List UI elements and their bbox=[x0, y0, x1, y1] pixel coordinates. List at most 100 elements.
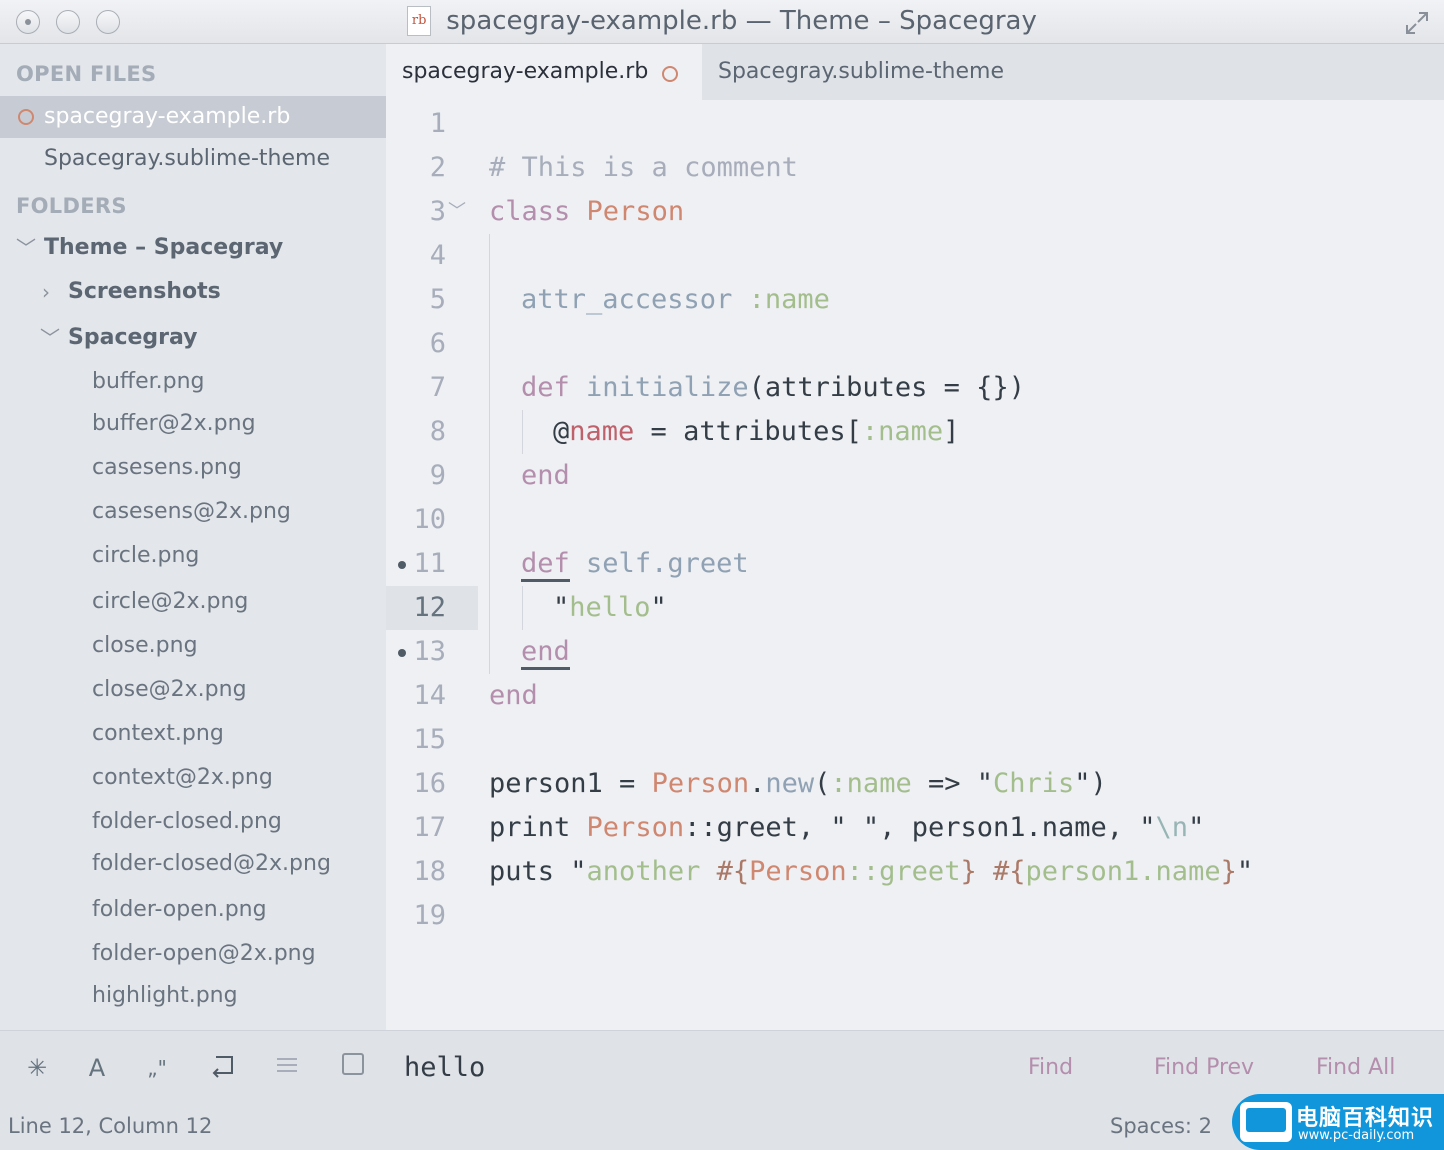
file-item[interactable]: highlight.png bbox=[92, 976, 238, 1016]
line-number: 4 bbox=[429, 240, 446, 271]
keyword-token: end bbox=[521, 460, 570, 491]
plain-token: => bbox=[911, 768, 977, 799]
quote-token: " bbox=[1236, 856, 1254, 887]
string-token: person1 bbox=[1025, 856, 1140, 887]
title-bar: rb spacegray-example.rb — Theme – Spaceg… bbox=[0, 0, 1444, 44]
file-item[interactable]: circle@2x.png bbox=[92, 582, 248, 622]
tab-spacegray-example[interactable]: spacegray-example.rb bbox=[386, 44, 702, 100]
matched-keyword-token: def bbox=[521, 548, 570, 582]
indent-guide bbox=[489, 234, 490, 674]
highlight-matches-icon[interactable] bbox=[336, 1051, 370, 1085]
line-number: 10 bbox=[413, 504, 446, 535]
line-number: 3 ﹀ bbox=[386, 190, 478, 234]
unsaved-dot-icon[interactable] bbox=[662, 66, 678, 82]
params-token: (attributes = {}) bbox=[748, 372, 1025, 403]
interpolation-token: #{ bbox=[992, 856, 1026, 887]
file-item[interactable]: casesens@2x.png bbox=[92, 492, 291, 532]
chevron-right-icon: › bbox=[42, 280, 50, 304]
interpolation-token: } bbox=[1220, 856, 1237, 887]
class-name-token: Person bbox=[586, 196, 685, 227]
file-item[interactable]: folder-closed@2x.png bbox=[92, 844, 331, 884]
find-input[interactable]: hello bbox=[392, 1045, 972, 1091]
escape-token: \n bbox=[1155, 812, 1189, 843]
code-line-14: end bbox=[489, 674, 538, 718]
ivar-sigil-token: @ bbox=[553, 416, 570, 447]
bookmark-dot-icon bbox=[398, 649, 406, 657]
file-item[interactable]: circle.png bbox=[92, 536, 199, 576]
quote-token: " bbox=[553, 592, 570, 623]
ruby-file-icon: rb bbox=[407, 6, 432, 36]
regex-icon[interactable]: ✳ bbox=[20, 1051, 54, 1085]
find-prev-button[interactable]: Find Prev bbox=[1154, 1051, 1254, 1085]
file-item[interactable]: buffer@2x.png bbox=[92, 404, 256, 444]
quote-token: " bbox=[650, 592, 667, 623]
whole-word-icon[interactable]: „" bbox=[140, 1051, 174, 1085]
file-item[interactable]: folder-open.png bbox=[92, 890, 267, 930]
watermark-url: www.pc-daily.com bbox=[1298, 1128, 1415, 1143]
find-button[interactable]: Find bbox=[1028, 1051, 1073, 1085]
status-bar: Line 12, Column 12 Spaces: 2 bbox=[0, 1106, 1444, 1150]
code-line-3: class Person bbox=[489, 190, 684, 234]
code-line-8: @name = attributes[:name] bbox=[553, 410, 959, 454]
plain-token: ::greet, bbox=[684, 812, 831, 843]
chevron-down-icon: ﹀ bbox=[40, 326, 60, 350]
line-number: 8 bbox=[429, 416, 446, 447]
interpolation-token: } bbox=[960, 856, 977, 887]
open-file-label: spacegray-example.rb bbox=[44, 104, 291, 129]
line-number: 7 bbox=[429, 372, 446, 403]
watermark-logo: 电脑百科知识 www.pc-daily.com bbox=[1232, 1094, 1444, 1150]
code-line-18: puts "another #{Person::greet} #{person1… bbox=[489, 850, 1253, 894]
function-token: new bbox=[765, 768, 815, 799]
fold-chevron-icon[interactable]: ﹀ bbox=[448, 190, 466, 234]
folder-theme-spacegray[interactable]: ﹀ Theme – Spacegray bbox=[0, 228, 386, 268]
class-name-token: Person bbox=[586, 812, 685, 843]
find-all-button[interactable]: Find All bbox=[1316, 1051, 1395, 1085]
string-token: Chris bbox=[993, 768, 1075, 799]
line-number: 2 bbox=[429, 152, 446, 183]
keyword-token: def bbox=[521, 372, 570, 403]
code-line-5: attr_accessor :name bbox=[521, 278, 830, 322]
function-token: self bbox=[586, 548, 652, 579]
tab-spacegray-theme[interactable]: Spacegray.sublime-theme bbox=[702, 44, 1022, 100]
in-selection-icon[interactable] bbox=[270, 1051, 304, 1085]
plain-token: puts bbox=[489, 856, 571, 887]
file-item[interactable]: close.png bbox=[92, 626, 198, 666]
file-item[interactable]: close@2x.png bbox=[92, 670, 247, 710]
line-number: 9 bbox=[429, 460, 446, 491]
code-line-17: print Person::greet, " ", person1.name, … bbox=[489, 806, 1204, 850]
keyword-token: class bbox=[489, 196, 571, 227]
matched-keyword-token: end bbox=[521, 636, 570, 670]
ivar-token: name bbox=[569, 416, 635, 447]
class-name-token: Person bbox=[651, 768, 750, 799]
folder-spacegray[interactable]: ﹀ Spacegray bbox=[0, 318, 386, 358]
file-item[interactable]: folder-closed.png bbox=[92, 802, 282, 842]
file-item[interactable]: casesens.png bbox=[92, 448, 242, 488]
string-token: another bbox=[586, 856, 717, 887]
indentation-setting[interactable]: Spaces: 2 bbox=[1110, 1114, 1212, 1138]
plain-token: print bbox=[489, 812, 587, 843]
wrap-icon[interactable] bbox=[206, 1051, 240, 1085]
tab-bar: spacegray-example.rb Spacegray.sublime-t… bbox=[386, 44, 1444, 100]
plain-token: , person1.name, bbox=[879, 812, 1140, 843]
string-token: hello bbox=[569, 592, 651, 623]
file-item[interactable]: context@2x.png bbox=[92, 758, 273, 798]
file-item[interactable]: buffer.png bbox=[92, 362, 205, 402]
open-file-spacegray-example[interactable]: spacegray-example.rb bbox=[0, 96, 386, 138]
string-token bbox=[977, 856, 993, 887]
folders-heading: FOLDERS bbox=[16, 194, 127, 218]
file-item[interactable]: folder-open@2x.png bbox=[92, 934, 316, 974]
file-item[interactable]: context.png bbox=[92, 714, 224, 754]
code-editor[interactable]: 1 2 3 ﹀ 4 5 6 7 8 9 10 11 12 13 14 15 16 … bbox=[386, 100, 1444, 1030]
folder-screenshots[interactable]: › Screenshots bbox=[0, 272, 386, 312]
line-number: 11 bbox=[386, 542, 478, 586]
case-sensitive-icon[interactable]: A bbox=[80, 1051, 114, 1085]
fullscreen-icon[interactable] bbox=[1404, 10, 1430, 36]
open-file-spacegray-theme[interactable]: Spacegray.sublime-theme bbox=[0, 138, 386, 180]
plain-token: ] bbox=[943, 416, 960, 447]
tab-label: spacegray-example.rb bbox=[402, 59, 649, 84]
dot-token: . bbox=[749, 768, 766, 799]
folder-label: Screenshots bbox=[68, 279, 221, 304]
